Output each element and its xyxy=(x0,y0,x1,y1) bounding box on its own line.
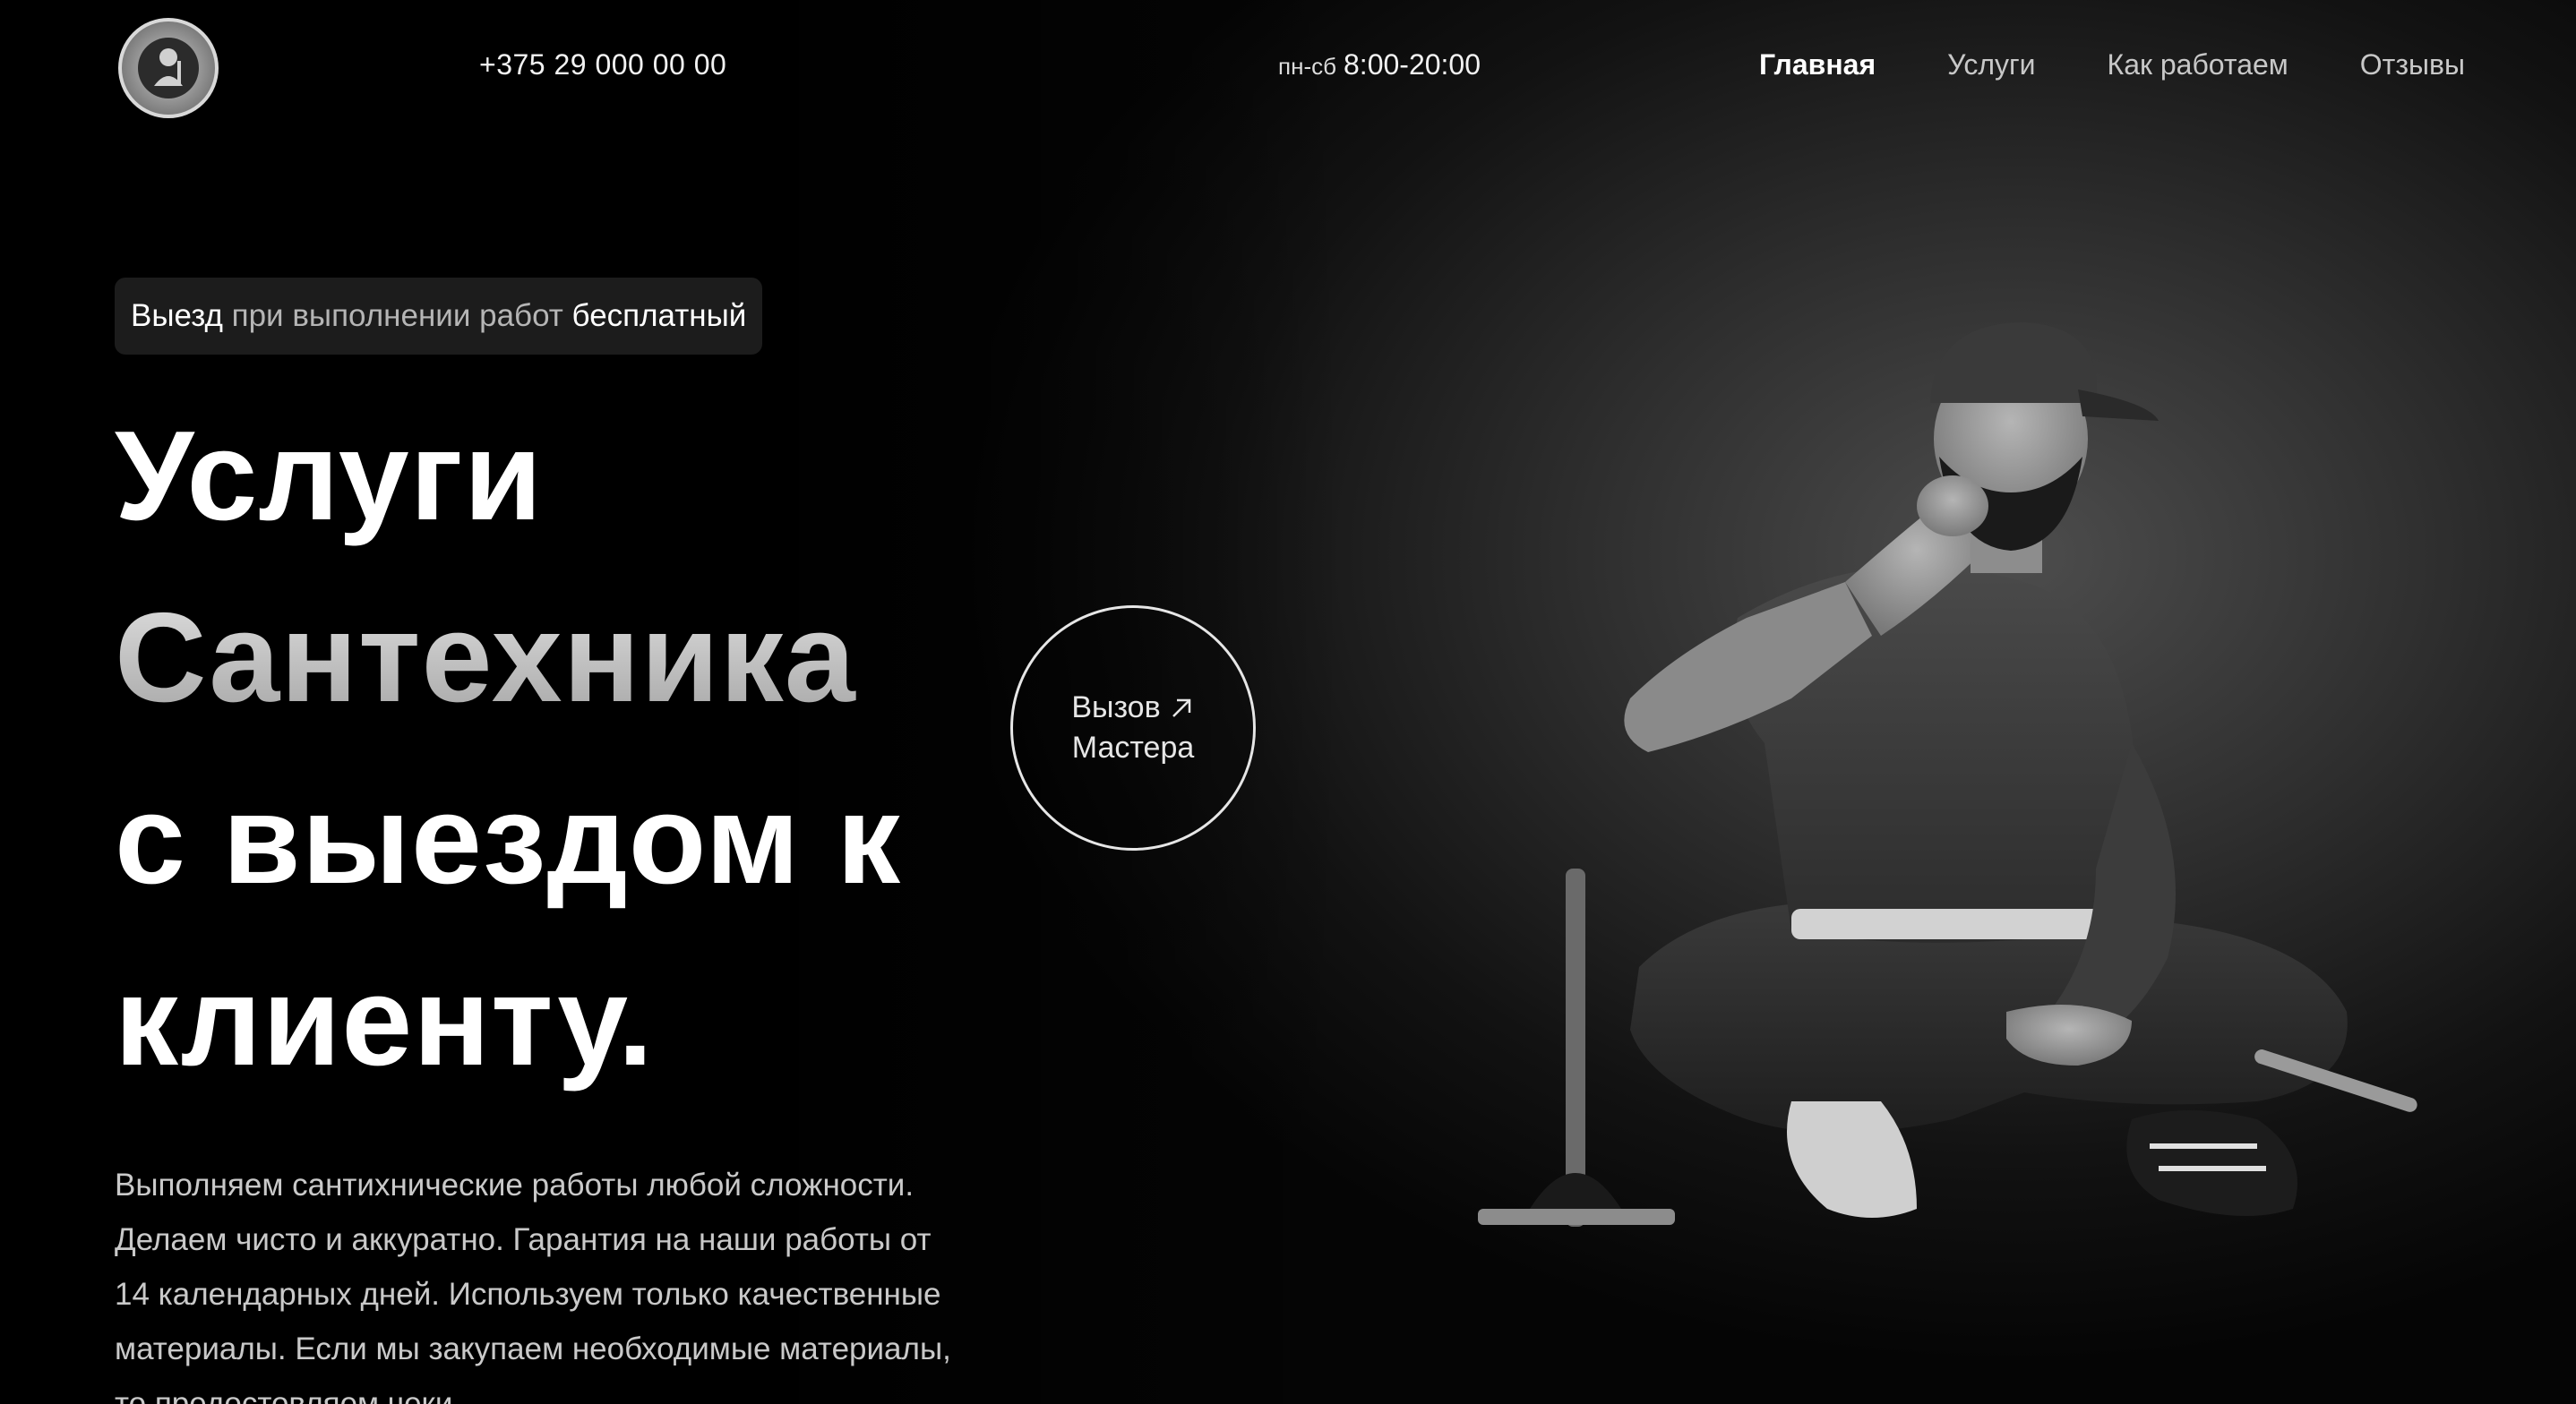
nav-item-services[interactable]: Услуги xyxy=(1947,48,2035,81)
nav-item-reviews[interactable]: Отзывы xyxy=(2360,48,2465,81)
badge-text-3: бесплатный xyxy=(571,298,747,333)
headline-line-1: Услуги xyxy=(115,405,544,547)
call-button-label-2: Мастера xyxy=(1071,731,1195,765)
plumber-illustration xyxy=(1478,322,2417,1227)
brand-logo[interactable] xyxy=(118,18,219,118)
arrow-up-right-icon xyxy=(1172,698,1190,717)
call-button-label-1: Вызов xyxy=(1071,690,1161,724)
badge-text-1: Выезд xyxy=(131,298,223,333)
working-time: 8:00-20:00 xyxy=(1344,48,1481,81)
working-days: пн-сб xyxy=(1278,53,1336,80)
hero-description: Выполняем сантихнические работы любой сл… xyxy=(115,1168,951,1404)
cap xyxy=(1930,322,2097,403)
nav-item-home[interactable]: Главная xyxy=(1759,48,1876,81)
phone-number[interactable]: +375 29 000 00 00 xyxy=(479,48,726,81)
call-button-row: Вызов xyxy=(1071,690,1194,725)
plunger-cup xyxy=(1530,1173,1621,1209)
headline-line-2: Сантехника xyxy=(115,567,901,749)
main-nav: Главная Услуги Как работаем Отзывы xyxy=(1759,48,2465,81)
nav-item-how-we-work[interactable]: Как работаем xyxy=(2108,48,2288,81)
plumber-logo-icon xyxy=(138,38,199,98)
free-visit-badge: Выезд при выполнении работ бесплатный xyxy=(115,278,763,355)
working-hours: пн-сб 8:00-20:00 xyxy=(1278,48,1481,81)
badge-text-2: при выполнении работ xyxy=(231,298,563,333)
landing-page: +375 29 000 00 00 пн-сб 8:00-20:00 Главна… xyxy=(0,0,2576,1404)
hero-headline: Услуги Сантехника с выездом к клиенту. xyxy=(115,385,901,1112)
headline-line-3: с выездом к xyxy=(115,768,902,911)
headline-line-4: клиенту. xyxy=(115,950,655,1092)
call-master-button[interactable]: Вызов Мастера xyxy=(1010,605,1256,851)
